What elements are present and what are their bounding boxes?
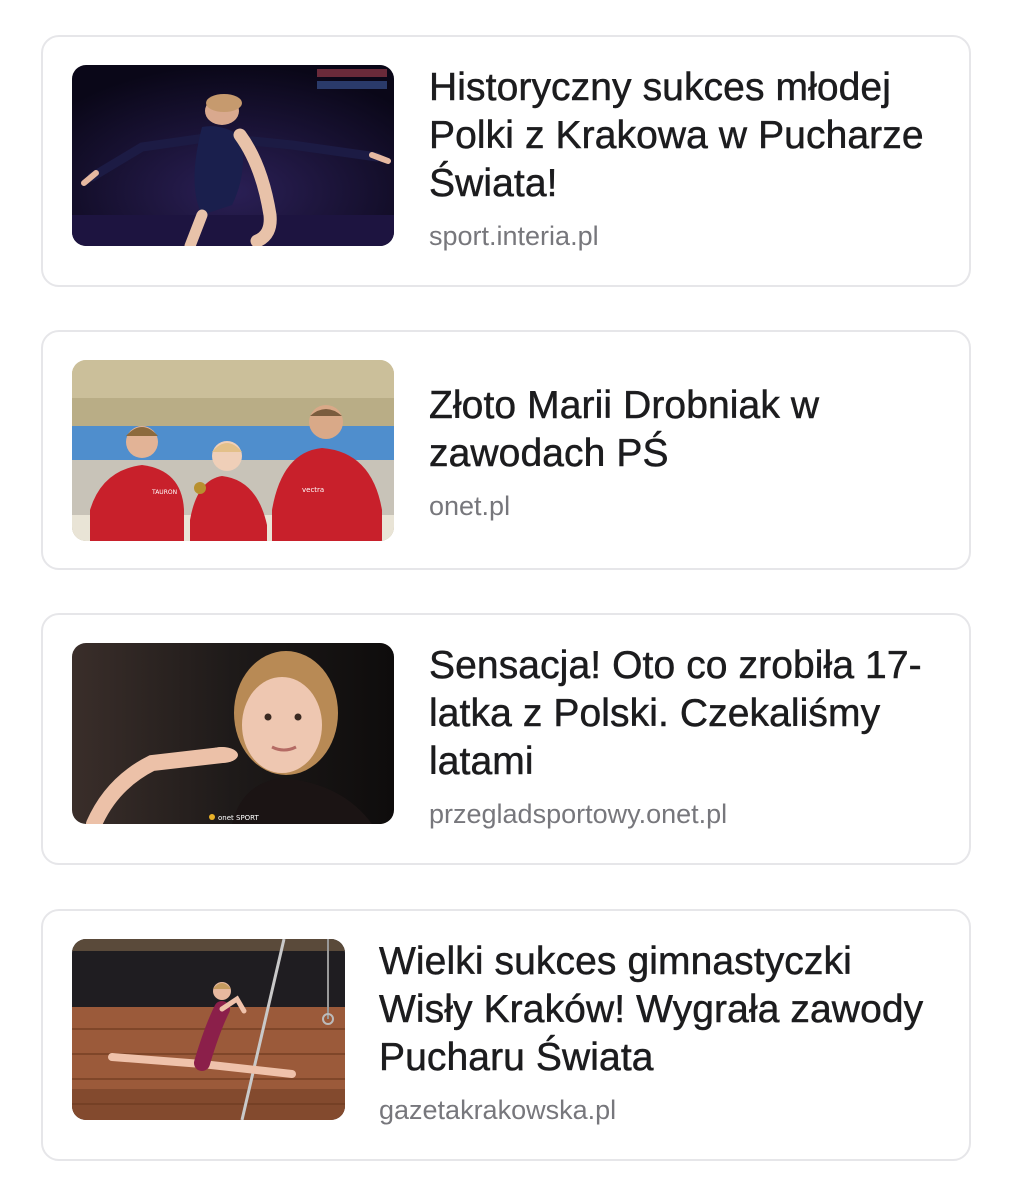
- svg-text:onet SPORT: onet SPORT: [218, 814, 260, 822]
- article-thumbnail[interactable]: onet SPORT: [72, 643, 394, 824]
- news-feed: Historyczny sukces młodej Polki z Krakow…: [0, 0, 1014, 1200]
- article-thumbnail[interactable]: vectra TAURON: [72, 360, 394, 541]
- article-source: przegladsportowy.onet.pl: [429, 799, 728, 829]
- article-source: onet.pl: [429, 491, 511, 521]
- article-headline[interactable]: Historyczny sukces młodej Polki z Krakow…: [429, 64, 949, 208]
- article-thumbnail[interactable]: [72, 939, 345, 1120]
- article-headline[interactable]: Sensacja! Oto co zrobiła 17-latka z Pols…: [429, 642, 949, 786]
- news-card[interactable]: vectra TAURON Złoto Marii Drobniak w zaw…: [41, 330, 971, 570]
- svg-text:TAURON: TAURON: [151, 489, 177, 496]
- article-source: sport.interia.pl: [429, 221, 599, 251]
- news-card[interactable]: onet SPORT Sensacja! Oto co zrobiła 17-l…: [41, 613, 971, 865]
- news-card[interactable]: Wielki sukces gimnastyczki Wisły Kraków!…: [41, 909, 971, 1161]
- article-headline[interactable]: Wielki sukces gimnastyczki Wisły Kraków!…: [379, 938, 949, 1082]
- article-source: gazetakrakowska.pl: [379, 1095, 617, 1125]
- svg-text:vectra: vectra: [302, 486, 324, 494]
- article-headline[interactable]: Złoto Marii Drobniak w zawodach PŚ: [429, 382, 949, 478]
- news-card[interactable]: Historyczny sukces młodej Polki z Krakow…: [41, 35, 971, 287]
- article-thumbnail[interactable]: [72, 65, 394, 246]
